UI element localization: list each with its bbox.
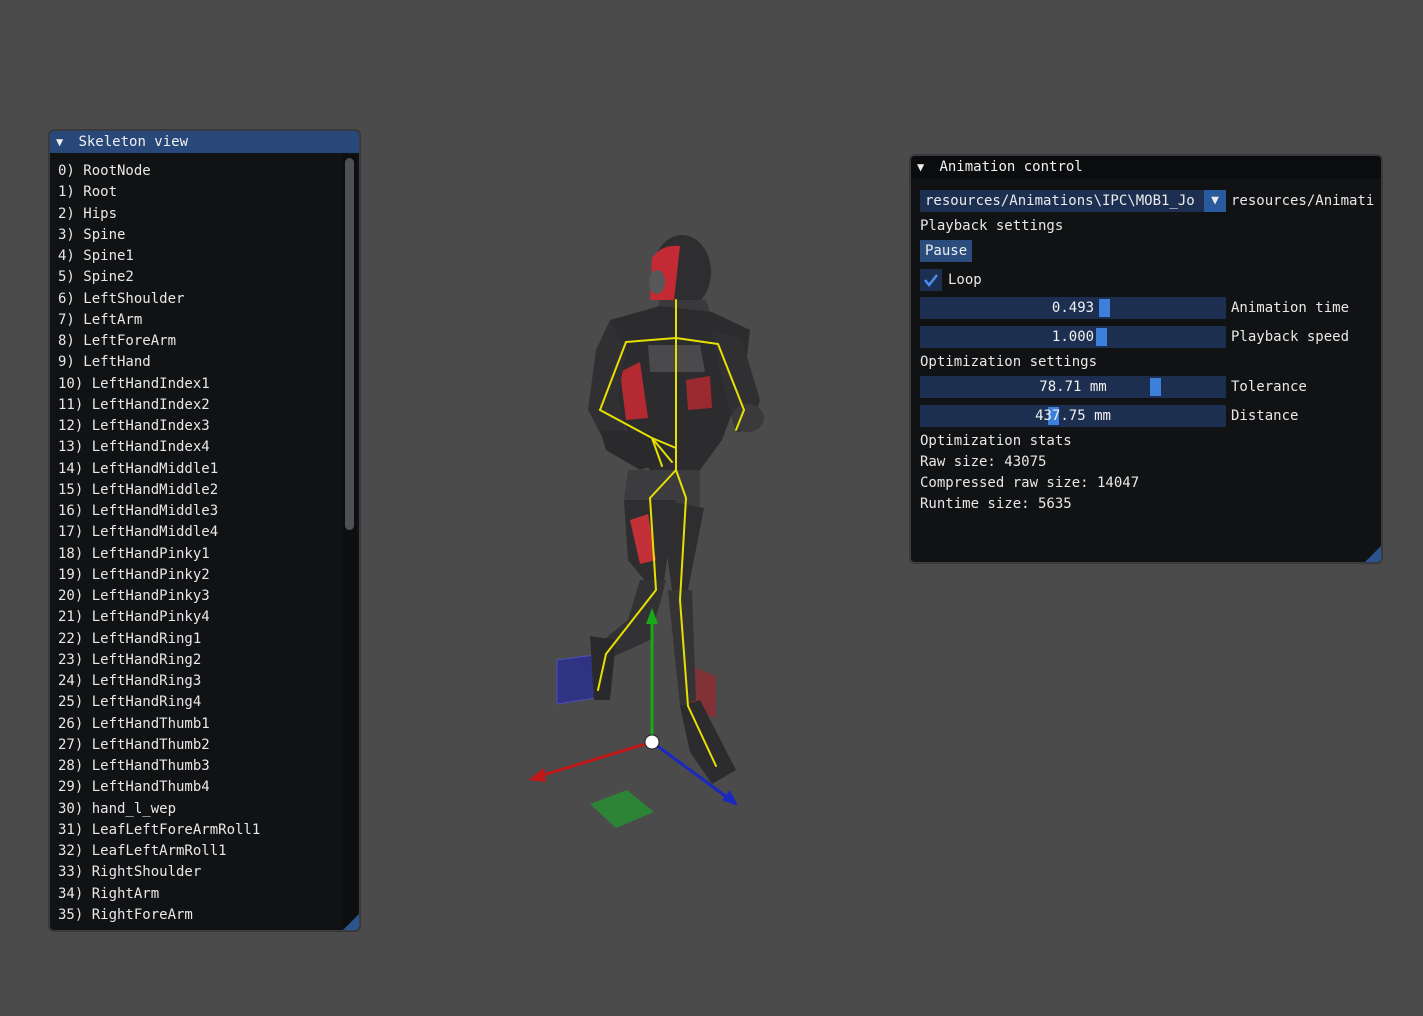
skeleton-view-window[interactable]: ▼ Skeleton view 0) RootNode 1) Root 2) Hip… bbox=[49, 130, 360, 931]
xy-plane-handle bbox=[556, 654, 596, 705]
scrollbar[interactable] bbox=[342, 155, 357, 927]
bone-list-item[interactable]: 22) LeftHandRing1 bbox=[58, 629, 342, 650]
bone-list-item[interactable]: 2) Hips bbox=[58, 204, 342, 225]
bone-list-item[interactable]: 21) LeftHandPinky4 bbox=[58, 607, 342, 628]
bone-list-item[interactable]: 27) LeftHandThumb2 bbox=[58, 735, 342, 756]
chevron-down-icon[interactable]: ▼ bbox=[1204, 190, 1226, 212]
bone-list-item[interactable]: 25) LeftHandRing4 bbox=[58, 692, 342, 713]
playback-speed-slider[interactable]: 1.000 bbox=[920, 326, 1226, 348]
bone-list-item[interactable]: 10) LeftHandIndex1 bbox=[58, 374, 342, 395]
raw-size-text: Raw size: 43075 bbox=[920, 454, 1047, 470]
playback-speed-label: Playback speed bbox=[1231, 329, 1350, 345]
bone-list-item[interactable]: 9) LeftHand bbox=[58, 352, 342, 373]
scrollbar-grab[interactable] bbox=[345, 158, 354, 530]
animation-time-slider[interactable]: 0.493 bbox=[920, 297, 1226, 319]
bone-list-item[interactable]: 29) LeftHandThumb4 bbox=[58, 777, 342, 798]
compressed-raw-size-text: Compressed raw size: 14047 bbox=[920, 475, 1140, 491]
loop-checkbox[interactable] bbox=[920, 269, 942, 291]
slider-value: 437.75 mm bbox=[1035, 408, 1111, 424]
resize-grip-icon[interactable] bbox=[343, 914, 359, 930]
bone-list-item[interactable]: 23) LeftHandRing2 bbox=[58, 650, 342, 671]
runtime-size-text: Runtime size: 5635 bbox=[920, 496, 1072, 512]
window-title: Animation control bbox=[939, 159, 1083, 175]
bone-list-item[interactable]: 6) LeftShoulder bbox=[58, 289, 342, 310]
bone-list-item[interactable]: 19) LeftHandPinky2 bbox=[58, 565, 342, 586]
bone-list-item[interactable]: 4) Spine1 bbox=[58, 246, 342, 267]
bone-list-item[interactable]: 16) LeftHandMiddle3 bbox=[58, 501, 342, 522]
playback-settings-header: Playback settings bbox=[920, 218, 1064, 234]
bone-list-item[interactable]: 18) LeftHandPinky1 bbox=[58, 544, 342, 565]
slider-value: 1.000 bbox=[1051, 329, 1095, 345]
skeleton-view-titlebar[interactable]: ▼ Skeleton view bbox=[50, 131, 359, 153]
bone-list-item[interactable]: 24) LeftHandRing3 bbox=[58, 671, 342, 692]
bone-list-item[interactable]: 1) Root bbox=[58, 182, 342, 203]
bone-list-item[interactable]: 12) LeftHandIndex3 bbox=[58, 416, 342, 437]
bone-list-item[interactable]: 30) hand_l_wep bbox=[58, 799, 342, 820]
bone-list-item[interactable]: 8) LeftForeArm bbox=[58, 331, 342, 352]
animation-control-titlebar[interactable]: ▼ Animation control bbox=[911, 156, 1381, 178]
combo-value: resources/Animations\IPC\MOB1_Jo bbox=[925, 193, 1195, 209]
bone-list-item[interactable]: 7) LeftArm bbox=[58, 310, 342, 331]
collapse-triangle-icon[interactable]: ▼ bbox=[56, 131, 70, 153]
tolerance-label: Tolerance bbox=[1231, 379, 1307, 395]
bone-list-item[interactable]: 5) Spine2 bbox=[58, 267, 342, 288]
optimization-stats-header: Optimization stats bbox=[920, 433, 1072, 449]
bone-list-item[interactable]: 11) LeftHandIndex2 bbox=[58, 395, 342, 416]
slider-value: 0.493 bbox=[1051, 300, 1095, 316]
bone-list-item[interactable]: 0) RootNode bbox=[58, 161, 342, 182]
bone-list-item[interactable]: 32) LeafLeftArmRoll1 bbox=[58, 841, 342, 862]
bone-list-item[interactable]: 20) LeftHandPinky3 bbox=[58, 586, 342, 607]
xz-plane-handle bbox=[590, 790, 654, 828]
combo-label: resources/Animati bbox=[1231, 193, 1375, 209]
bone-list-item[interactable]: 14) LeftHandMiddle1 bbox=[58, 459, 342, 480]
resize-grip-icon[interactable] bbox=[1365, 546, 1381, 562]
collapse-triangle-icon[interactable]: ▼ bbox=[917, 156, 931, 178]
distance-label: Distance bbox=[1231, 408, 1299, 424]
bone-list-item[interactable]: 26) LeftHandThumb1 bbox=[58, 714, 342, 735]
window-title: Skeleton view bbox=[78, 134, 189, 150]
bone-list-item[interactable]: 3) Spine bbox=[58, 225, 342, 246]
bone-list: 0) RootNode 1) Root 2) Hips 3) Spine 4) Spin… bbox=[58, 161, 342, 926]
optimization-settings-header: Optimization settings bbox=[920, 354, 1098, 370]
bone-list-item[interactable]: 13) LeftHandIndex4 bbox=[58, 437, 342, 458]
distance-slider[interactable]: 437.75 mm bbox=[920, 405, 1226, 427]
pause-button[interactable]: Pause bbox=[920, 240, 973, 262]
loop-label: Loop bbox=[948, 272, 982, 288]
slider-value: 78.71 mm bbox=[1039, 379, 1107, 395]
checkmark-icon bbox=[924, 274, 938, 288]
bone-list-item[interactable]: 35) RightForeArm bbox=[58, 905, 342, 926]
animation-file-combo[interactable]: resources/Animations\IPC\MOB1_Jo ▼ bbox=[920, 190, 1226, 212]
bone-list-item[interactable]: 33) RightShoulder bbox=[58, 862, 342, 883]
bone-list-item[interactable]: 17) LeftHandMiddle4 bbox=[58, 522, 342, 543]
bone-list-item[interactable]: 34) RightArm bbox=[58, 884, 342, 905]
animation-control-window[interactable]: ▼ Animation control resources/Animations… bbox=[910, 155, 1382, 563]
animation-time-label: Animation time bbox=[1231, 300, 1350, 316]
tolerance-slider[interactable]: 78.71 mm bbox=[920, 376, 1226, 398]
bone-list-item[interactable]: 28) LeftHandThumb3 bbox=[58, 756, 342, 777]
bone-list-item[interactable]: 31) LeafLeftForeArmRoll1 bbox=[58, 820, 342, 841]
bone-list-item[interactable]: 15) LeftHandMiddle2 bbox=[58, 480, 342, 501]
